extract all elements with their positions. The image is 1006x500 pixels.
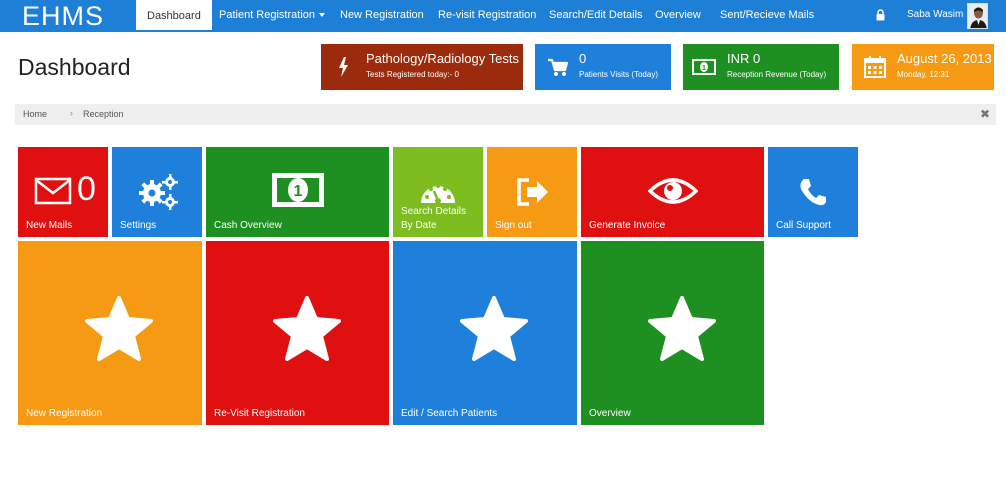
stat-date-value: August 26, 2013 <box>897 51 992 66</box>
close-icon[interactable]: ✖ <box>980 107 990 121</box>
svg-text:1: 1 <box>702 65 706 72</box>
tile-call-support-label: Call Support <box>776 220 832 231</box>
breadcrumb-current: Reception <box>83 109 124 119</box>
shopping-cart-icon <box>548 58 569 76</box>
tile-sign-out[interactable]: Sign out <box>487 147 577 237</box>
breadcrumb: Home › Reception ✖ <box>15 104 996 125</box>
tile-settings[interactable]: Settings <box>112 147 202 237</box>
stat-revenue-sub: Reception Revenue (Today) <box>727 70 827 79</box>
lock-icon[interactable] <box>876 9 885 21</box>
tile-sign-out-label: Sign out <box>495 220 532 231</box>
lightning-icon <box>339 57 348 77</box>
nav-mails[interactable]: Sent/Recieve Mails <box>720 0 814 30</box>
eye-icon <box>648 178 698 204</box>
tile-new-mails-label: New Mails <box>26 220 73 231</box>
breadcrumb-separator-icon: › <box>70 108 73 118</box>
phone-icon <box>800 179 826 206</box>
stat-date[interactable]: August 26, 2013 Monday, 12:31 <box>852 44 994 90</box>
tile-cash-overview-label: Cash Overview <box>214 220 282 231</box>
gears-icon <box>139 174 178 210</box>
tile-search-by-date-line2: By Date <box>401 220 437 231</box>
chevron-down-icon <box>319 13 325 18</box>
dashboard-gauge-icon <box>421 184 455 204</box>
tile-search-by-date-line1: Search Details <box>401 206 467 217</box>
nav-new-registration[interactable]: New Registration <box>340 0 424 30</box>
money-icon: 1 <box>272 173 324 207</box>
stat-tests-title: Pathology/Radiology Tests <box>366 51 519 66</box>
stat-revenue-value: INR 0 <box>727 51 761 66</box>
tile-settings-label: Settings <box>120 220 157 231</box>
stat-visits[interactable]: 0 Patients Visits (Today) <box>535 44 671 90</box>
tile-generate-invoice-label: Generate Invoice <box>589 220 666 231</box>
avatar[interactable] <box>967 3 988 29</box>
star-icon <box>85 296 153 361</box>
star-icon <box>460 296 528 361</box>
tile-overview-label: Overview <box>589 408 631 419</box>
stat-visits-sub: Patients Visits (Today) <box>579 70 658 79</box>
stat-revenue[interactable]: 1 INR 0 Reception Revenue (Today) <box>683 44 839 90</box>
tile-search-by-date[interactable]: Search Details By Date <box>393 147 483 237</box>
calendar-icon <box>864 56 886 78</box>
stat-visits-value: 0 <box>579 51 587 66</box>
nav-overview[interactable]: Overview <box>655 0 701 30</box>
tile-new-mails[interactable]: 0 New Mails <box>18 147 108 237</box>
top-navbar: EHMS Dashboard Patient Registration New … <box>0 0 1006 32</box>
tile-revisit-registration-label: Re-Visit Registration <box>214 408 305 419</box>
stat-tests[interactable]: Pathology/Radiology Tests Tests Register… <box>321 44 523 90</box>
mail-count: 0 <box>77 170 96 208</box>
tile-search-by-date-label: Search Details By Date <box>401 205 466 233</box>
user-name[interactable]: Saba Wasim <box>907 0 963 30</box>
tile-revisit-registration[interactable]: Re-Visit Registration <box>206 241 389 425</box>
stat-tests-sub: Tests Registered today:- 0 <box>366 70 459 79</box>
nav-search-edit[interactable]: Search/Edit Details <box>549 0 643 30</box>
brand-logo[interactable]: EHMS <box>22 1 104 31</box>
nav-dashboard[interactable]: Dashboard <box>136 0 212 30</box>
user-avatar-icon <box>968 4 987 28</box>
tile-new-registration[interactable]: New Registration <box>18 241 202 425</box>
tile-overview[interactable]: Overview <box>581 241 764 425</box>
breadcrumb-home[interactable]: Home <box>23 109 47 119</box>
star-icon <box>273 296 341 361</box>
tile-call-support[interactable]: Call Support <box>768 147 858 237</box>
money-icon: 1 <box>692 59 716 75</box>
tile-generate-invoice[interactable]: Generate Invoice <box>581 147 764 237</box>
nav-patient-registration[interactable]: Patient Registration <box>219 0 325 30</box>
sign-out-icon <box>517 178 548 206</box>
nav-revisit-registration[interactable]: Re-visit Registration <box>438 0 536 30</box>
tile-new-registration-label: New Registration <box>26 408 103 419</box>
nav-patient-registration-label: Patient Registration <box>219 9 315 21</box>
tile-cash-overview[interactable]: 1 Cash Overview <box>206 147 389 237</box>
page-title: Dashboard <box>18 54 131 80</box>
envelope-icon <box>34 177 72 205</box>
svg-text:1: 1 <box>294 183 303 200</box>
tile-edit-search-patients[interactable]: Edit / Search Patients <box>393 241 577 425</box>
stat-date-sub: Monday, 12:31 <box>897 70 950 79</box>
star-icon <box>648 296 716 361</box>
tile-edit-search-patients-label: Edit / Search Patients <box>401 408 498 419</box>
